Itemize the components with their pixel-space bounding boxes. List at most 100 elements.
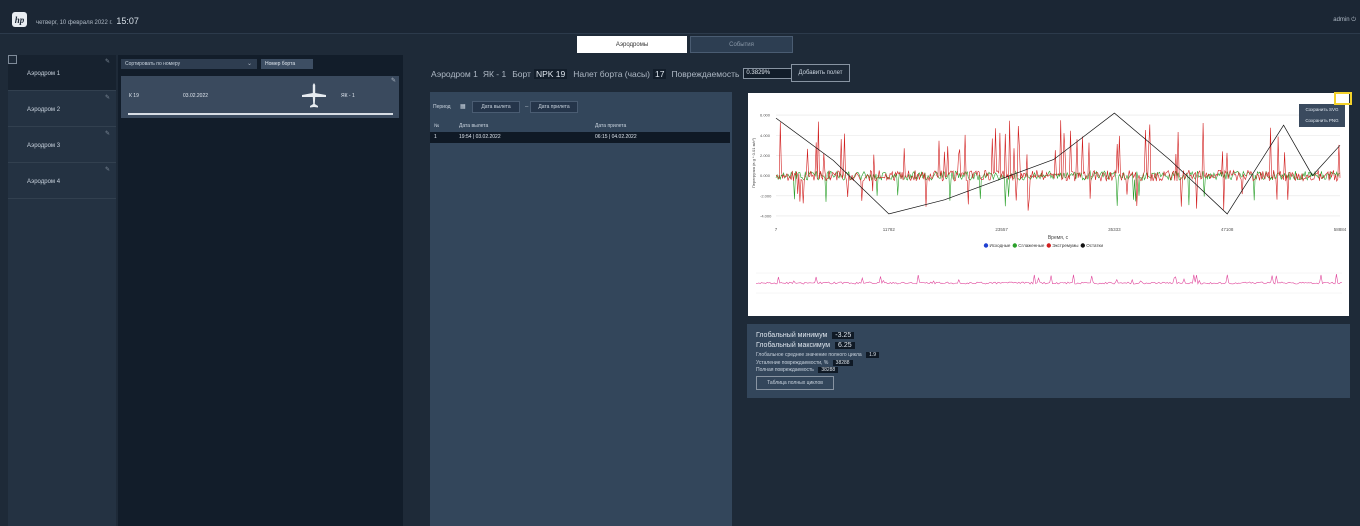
calendar-icon[interactable]: ▦ — [460, 103, 466, 110]
header-airport: Аэродром 1 — [431, 68, 478, 79]
table-row[interactable]: 1 19:54 | 03.02.2022 06:15 | 04.02.2022 — [430, 132, 730, 143]
row-arrival: 06:15 | 04.02.2022 — [595, 134, 637, 140]
y-tick-label: 4.000 — [760, 133, 771, 138]
flight-card-progress — [128, 113, 393, 115]
top-bar: hp четверг, 10 февраля 2022 г. 15:07 adm… — [0, 0, 1360, 34]
add-flight-button[interactable]: Добавить полет — [791, 64, 850, 82]
edit-icon[interactable]: ✎ — [105, 58, 110, 65]
username: admin — [1333, 17, 1350, 23]
legend-label: Остатки — [1086, 243, 1103, 248]
legend-label: Исходные — [990, 243, 1011, 248]
chevron-down-icon: ⌄ — [246, 61, 252, 67]
flights-list-panel — [118, 55, 403, 526]
save-svg-menu-item[interactable]: Сохранить SVG — [1299, 104, 1345, 115]
current-time: 15:07 — [116, 16, 139, 26]
fatigue-label: Усталение повреждаемости, % — [756, 360, 829, 366]
edit-icon[interactable]: ✎ — [391, 77, 396, 84]
legend-marker — [1080, 243, 1085, 248]
arrival-date-button[interactable]: Дата прилета — [530, 101, 578, 113]
y-tick-label: -4.000 — [760, 213, 772, 218]
full-cycles-table-button[interactable]: Таблица полных циклов — [756, 376, 834, 390]
sidebar-item-airport-2[interactable]: Аэродром 2 ✎ — [8, 91, 116, 127]
sidebar-item-airport-3[interactable]: Аэродром 3 ✎ — [8, 127, 116, 163]
row-departure: 19:54 | 03.02.2022 — [459, 134, 501, 140]
sidebar-item-airport-1[interactable]: Аэродром 1 ✎ — [8, 55, 116, 91]
airplane-icon — [302, 83, 326, 108]
mean-cycle-value: 1.9 — [866, 352, 880, 358]
fatigue-value: 38288 — [832, 360, 853, 366]
mean-cycle-row: Глобальное среднее значение полного цикл… — [756, 352, 880, 358]
edit-icon[interactable]: ✎ — [105, 130, 110, 137]
sidebar-item-label: Аэродром 2 — [27, 107, 61, 113]
x-tick-label: 35333 — [1108, 227, 1121, 232]
y-tick-label: 2.000 — [760, 153, 771, 158]
chart-panel: 6.000 4.000 2.000 0.000 -2.000 -4.000 7 11782 23… — [748, 93, 1349, 316]
sidebar-toggle-icon[interactable] — [8, 55, 17, 64]
global-min-value: -3.25 — [832, 332, 855, 339]
date-range-dash: – — [525, 104, 529, 110]
sidebar-item-airport-4[interactable]: Аэродром 4 ✎ — [8, 163, 116, 199]
aircraft-header: Аэродром 1 ЯК - 1 Борт NPK 19 Налет борт… — [431, 67, 804, 80]
flight-card-type: ЯК - 1 — [341, 93, 355, 99]
column-departure: Дата вылета — [459, 123, 489, 129]
legend-marker — [1012, 243, 1017, 248]
x-tick-label: 7 — [775, 227, 778, 232]
tab-events[interactable]: События — [690, 36, 793, 53]
current-datetime: четверг, 10 февраля 2022 г. 15:07 — [36, 16, 139, 26]
mean-cycle-label: Глобальное среднее значение полного цикл… — [756, 352, 862, 358]
edit-icon[interactable]: ✎ — [105, 94, 110, 101]
series-extremes-line — [775, 120, 1341, 211]
table-header: № Дата вылета Дата прилета — [430, 121, 732, 130]
sort-select-value: Сортировать по номеру — [125, 61, 181, 67]
sort-select[interactable]: Сортировать по номеру ⌄ — [121, 59, 257, 69]
header-damage-label: Повреждаемость — [671, 68, 740, 79]
load-chart: 6.000 4.000 2.000 0.000 -2.000 -4.000 7 11782 23… — [751, 112, 1347, 294]
sidebar-item-label: Аэродром 4 — [27, 179, 61, 185]
global-max-row: Глобальный максимум 6.25 — [756, 342, 855, 349]
total-damage-label: Полная повреждаемость — [756, 367, 814, 373]
sidebar-item-label: Аэродром 1 — [27, 71, 61, 77]
flight-card-date: 03.02.2022 — [183, 93, 209, 99]
series-residuals-line — [775, 112, 1341, 215]
column-arrival: Дата прилета — [595, 123, 627, 129]
main-tabs: Аэродромы События — [577, 36, 793, 53]
x-tick-label: 58884 — [1334, 227, 1347, 232]
user-menu[interactable]: admin ⏻ — [1333, 17, 1356, 24]
navigator-line — [755, 274, 1343, 285]
flights-table-panel — [430, 92, 732, 526]
total-damage-row: Полная повреждаемость 38288 — [756, 367, 839, 373]
x-axis-label: Время, с — [1048, 235, 1069, 241]
x-tick-label: 47108 — [1221, 227, 1234, 232]
save-png-menu-item[interactable]: Сохранить PNG — [1299, 115, 1345, 126]
y-tick-label: -2.000 — [760, 193, 772, 198]
y-tick-label: 6.000 — [760, 113, 771, 118]
total-damage-value: 38288 — [818, 367, 839, 373]
fatigue-row: Усталение повреждаемости, % 38288 — [756, 360, 853, 366]
global-min-label: Глобальный минимум — [756, 332, 828, 339]
header-aircraft: ЯК - 1 — [482, 68, 507, 79]
legend-label: Экстремумы — [1052, 243, 1078, 248]
period-label: Период — [433, 104, 451, 110]
current-date: четверг, 10 февраля 2022 г. — [36, 20, 113, 26]
sidebar-item-label: Аэродром 3 — [27, 143, 61, 149]
chart-menu-icon[interactable] — [1334, 92, 1352, 105]
departure-date-button[interactable]: Дата вылета — [472, 101, 520, 113]
flight-card-board: К 19 — [129, 93, 139, 99]
chart-export-menu: Сохранить SVG Сохранить PNG — [1299, 104, 1345, 127]
global-max-value: 6.25 — [835, 342, 855, 349]
board-number-button[interactable]: Номер борта — [261, 59, 313, 69]
flight-card[interactable]: ✎ К 19 03.02.2022 ЯК - 1 — [121, 76, 399, 118]
legend-marker — [1046, 243, 1051, 248]
power-icon[interactable]: ⏻ — [1351, 17, 1356, 23]
tab-airports[interactable]: Аэродромы — [577, 36, 687, 53]
legend-label: Сглаженные — [1018, 243, 1045, 248]
column-number: № — [434, 123, 440, 129]
header-hours-label: Налет борта (часы) — [573, 68, 650, 79]
series-smoothed-line — [775, 169, 1341, 207]
y-axis-label: Перегрузка (в g * 0.01 м/с²) — [751, 137, 756, 188]
header-board-label: Борт — [512, 68, 531, 79]
global-max-label: Глобальный максимум — [756, 342, 831, 349]
legend-marker — [983, 243, 989, 248]
x-tick-label: 23557 — [995, 227, 1008, 232]
edit-icon[interactable]: ✎ — [105, 166, 110, 173]
